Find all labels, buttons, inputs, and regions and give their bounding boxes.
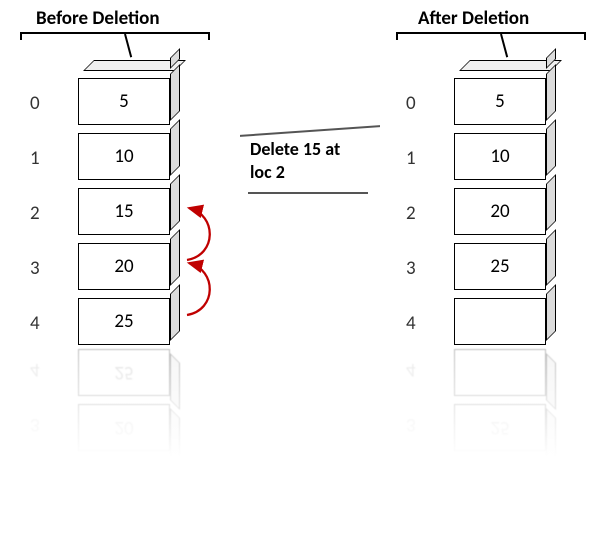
cell-value: 10 — [114, 145, 133, 168]
after-index-1: 1 — [406, 147, 416, 170]
after-cell-3: 25 — [454, 235, 556, 290]
before-cell-1: 10 — [78, 125, 180, 180]
after-bracket — [396, 32, 586, 58]
before-cell-4: 25 — [78, 290, 180, 345]
before-index-2: 2 — [30, 202, 40, 225]
after-cell-2: 20 — [454, 180, 556, 235]
before-bracket — [20, 32, 210, 58]
after-cell-0: 5 — [454, 70, 556, 125]
before-cell-3: 20 — [78, 235, 180, 290]
before-title: Before Deletion — [36, 7, 160, 30]
after-index-4: 4 — [406, 312, 416, 335]
after-cell-1: 10 — [454, 125, 556, 180]
cell-value: 10 — [490, 145, 509, 168]
cell-value: 20 — [114, 255, 133, 278]
after-cell-4 — [454, 290, 556, 345]
before-cell-0: 5 — [78, 70, 180, 125]
after-index-2: 2 — [406, 202, 416, 225]
after-index-3: 3 — [406, 257, 416, 280]
cell-value: 5 — [119, 90, 129, 113]
before-cell-2: 15 — [78, 180, 180, 235]
cell-value: 25 — [114, 310, 133, 333]
caption-text: Delete 15 at loc 2 — [250, 138, 340, 185]
after-index-0: 0 — [406, 92, 416, 115]
cell-value: 5 — [495, 90, 505, 113]
after-title: After Deletion — [418, 7, 529, 30]
before-index-0: 0 — [30, 92, 40, 115]
cell-value: 20 — [490, 200, 509, 223]
before-index-1: 1 — [30, 147, 40, 170]
cell-value: 15 — [114, 200, 133, 223]
before-index-3: 3 — [30, 257, 40, 280]
cell-value: 25 — [490, 255, 509, 278]
caption-line-bottom — [248, 192, 368, 194]
shift-arrows — [175, 190, 255, 350]
caption-line1: Delete 15 at — [250, 138, 340, 160]
before-index-4: 4 — [30, 312, 40, 335]
caption-line2: loc 2 — [250, 161, 285, 183]
caption-line-top — [240, 125, 380, 136]
